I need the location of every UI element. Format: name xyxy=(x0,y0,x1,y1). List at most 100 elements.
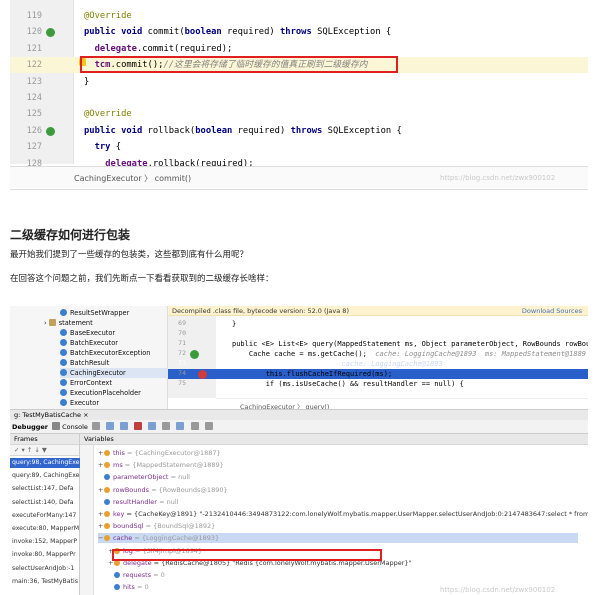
code-line: if (cache != null) { cache: LoggingCache… xyxy=(232,360,443,368)
tree-item[interactable]: ResultSetWrapper xyxy=(60,308,129,318)
stack-frame[interactable]: query:98, CachingExe xyxy=(10,458,80,468)
stack-frame[interactable]: invoke:80, MapperPr xyxy=(10,550,80,560)
console-tab[interactable]: Console xyxy=(62,423,88,431)
tree-item-label: BatchResult xyxy=(70,359,110,367)
tree-item[interactable]: › statement xyxy=(44,318,93,328)
project-tree[interactable]: ResultSetWrapper › statement BaseExecutor B… xyxy=(10,306,168,409)
menu-icon[interactable] xyxy=(91,422,100,430)
top-code-editor: 119 @Override 120 public void commit(boolea… xyxy=(10,0,588,190)
variable-name: resultHandler xyxy=(113,497,160,506)
code-line: @Override xyxy=(84,109,132,120)
class-icon xyxy=(60,399,67,406)
frames-header: Frames xyxy=(10,434,79,445)
tree-item-label: CachingExecutor xyxy=(70,369,126,377)
decompiled-editor[interactable]: Decompiled .class file, bytecode version… xyxy=(168,306,588,411)
class-icon xyxy=(60,329,67,336)
variable-name: this xyxy=(113,449,127,457)
editor-breadcrumb[interactable]: CachingExecutor 〉 query() xyxy=(216,398,588,411)
variable-value: = 0 xyxy=(136,583,149,592)
line-number: 121 xyxy=(26,43,42,54)
code-line: @Override xyxy=(84,11,132,21)
banner-text: Decompiled .class file, bytecode version… xyxy=(172,307,349,315)
tree-item[interactable]: ErrorContext xyxy=(60,378,112,388)
tree-item[interactable]: BaseExecutor xyxy=(60,328,115,338)
variable-row[interactable]: + this = {CachingExecutor@1887} xyxy=(98,448,221,458)
field-icon xyxy=(104,450,110,456)
class-icon xyxy=(60,349,67,356)
override-icon[interactable] xyxy=(190,350,199,359)
breakpoint-icon[interactable] xyxy=(198,370,207,379)
variable-row[interactable]: parameterObject = null xyxy=(98,472,190,482)
tree-item[interactable]: BatchExecutorException xyxy=(60,348,150,358)
stack-frame[interactable]: query:89, CachingExe xyxy=(10,471,80,481)
stack-frame[interactable]: selectList:147, Defa xyxy=(10,484,80,494)
tree-item[interactable]: CachingExecutor xyxy=(60,368,168,378)
class-icon xyxy=(60,309,67,316)
stack-frame[interactable]: executeForMany:147 xyxy=(10,511,80,521)
variables-header: Variables xyxy=(80,434,588,445)
variable-value: = null xyxy=(170,473,190,482)
package-icon xyxy=(48,319,56,326)
variable-value: = {BoundSql@1892} xyxy=(145,522,216,531)
line-number: 72 xyxy=(178,349,186,357)
settings-icon[interactable] xyxy=(204,422,213,430)
variables-panel: Variables + this = {CachingExecutor@1887}… xyxy=(80,434,588,595)
variable-row[interactable]: + boundSql = {BoundSql@1892} xyxy=(98,521,215,531)
stack-frame[interactable]: invoke:152, MapperP xyxy=(10,537,80,547)
tree-item-label: statement xyxy=(58,319,93,327)
variable-row[interactable]: + key = {CacheKey@1891} "-2132410446:3494… xyxy=(98,509,588,519)
paragraph-2: 在回答这个问题之前，我们先断点一下看看获取到的二级缓存长啥样： xyxy=(10,274,274,284)
stack-frame[interactable]: main:36, TestMyBatis xyxy=(10,577,80,587)
variable-value: = {CachingExecutor@1887} xyxy=(126,449,221,457)
frames-toolbar: ✓ ▾ ↑ ↓ ▼ xyxy=(10,445,79,456)
code-line: } xyxy=(232,320,237,328)
step-out-icon[interactable] xyxy=(148,422,157,430)
variable-row[interactable]: + ms = {MappedStatement@1889} xyxy=(98,460,224,470)
class-icon xyxy=(60,339,67,346)
variable-row[interactable]: resultHandler = null xyxy=(98,497,178,507)
code-line: if (ms.isUseCache() && resultHandler == … xyxy=(232,380,464,388)
debug-session-tab[interactable]: g: TestMyBatisCache × xyxy=(14,411,89,419)
run-to-cursor-icon[interactable] xyxy=(176,422,185,430)
tree-item-label: ExecutionPlaceholder xyxy=(70,389,141,397)
force-step-into-icon[interactable] xyxy=(134,422,143,430)
variable-row[interactable]: + rowBounds = {RowBounds@1890} xyxy=(98,485,228,495)
debugger-tab[interactable]: Debugger xyxy=(12,423,48,431)
variable-name: ms xyxy=(113,461,125,470)
drop-frame-icon[interactable] xyxy=(162,422,171,430)
implements-icon[interactable] xyxy=(46,126,55,136)
stack-frame[interactable]: selectUserAndJob:-1 xyxy=(10,564,80,574)
code-line: this.flushCacheIfRequired(ms); xyxy=(232,370,393,378)
variable-name: rowBounds xyxy=(113,485,152,494)
variable-row[interactable]: − cache = {LoggingCache@1893} xyxy=(98,533,578,544)
tree-item[interactable]: BatchExecutor xyxy=(60,338,118,348)
paragraph-1: 最开始我们提到了一些缓存的包装类，这些都到底有什么用呢？ xyxy=(10,250,249,260)
evaluate-icon[interactable] xyxy=(190,422,199,430)
line-number: 123 xyxy=(26,76,42,87)
highlight-box xyxy=(80,56,398,73)
stack-frame[interactable]: execute:80, MapperM xyxy=(10,524,80,534)
line-number: 71 xyxy=(178,339,186,347)
line-number: 70 xyxy=(178,329,186,337)
variable-row[interactable]: hits = 0 xyxy=(108,582,149,592)
debug-tab-bar[interactable]: g: TestMyBatisCache × xyxy=(10,409,588,420)
variable-value: = 0 xyxy=(153,571,165,579)
tree-item[interactable]: Executor xyxy=(60,398,99,408)
field-icon xyxy=(104,498,110,505)
step-into-icon[interactable] xyxy=(120,422,129,430)
code-line: Cache cache = ms.getCache(); cache: Logg… xyxy=(232,350,587,358)
variable-row[interactable]: requests = 0 xyxy=(108,570,165,580)
variable-name: cache xyxy=(113,534,135,543)
step-over-icon[interactable] xyxy=(106,422,115,430)
field-icon xyxy=(104,462,110,469)
line-number: 74 xyxy=(178,369,186,377)
variables-side-toolbar xyxy=(80,445,94,595)
download-sources-link[interactable]: Download Sources xyxy=(522,306,582,316)
variable-name: boundSql xyxy=(113,522,146,531)
bottom-ide-screenshot: ResultSetWrapper › statement BaseExecutor B… xyxy=(10,306,588,595)
field-icon xyxy=(114,584,120,591)
tree-item[interactable]: BatchResult xyxy=(60,358,109,368)
stack-frame[interactable]: selectList:140, Defa xyxy=(10,498,80,508)
variable-name: requests xyxy=(123,571,154,579)
tree-item[interactable]: ExecutionPlaceholder xyxy=(60,388,141,398)
